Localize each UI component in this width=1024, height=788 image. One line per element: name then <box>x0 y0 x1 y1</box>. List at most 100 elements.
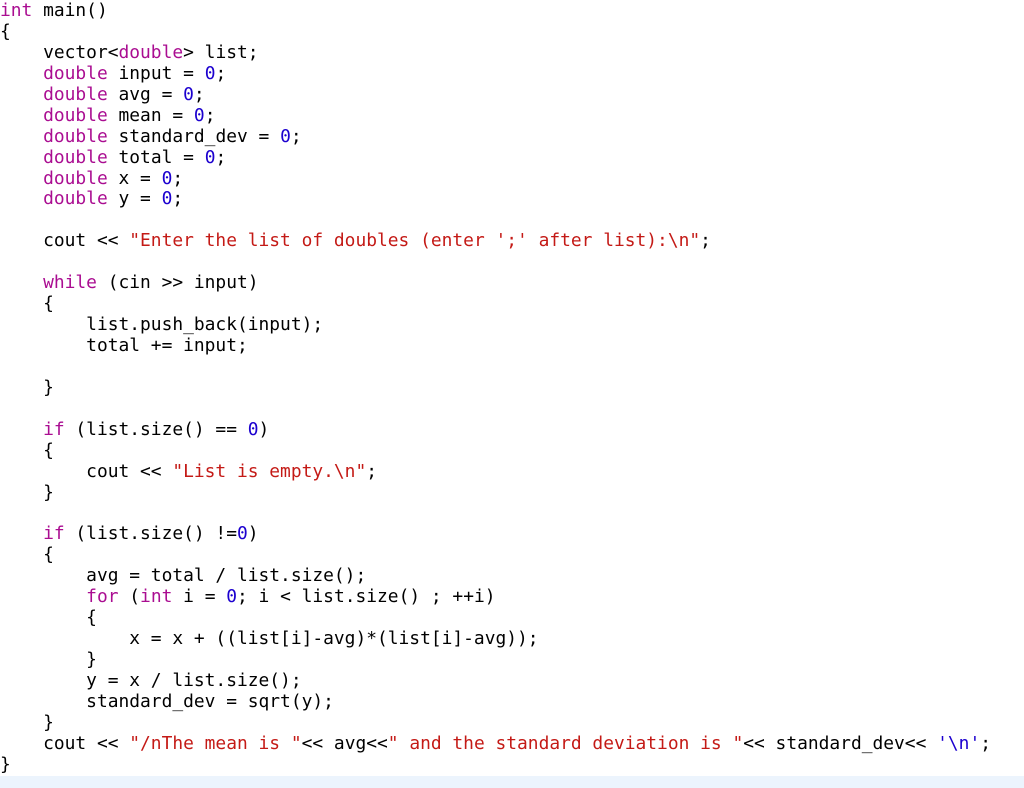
code-line[interactable]: { <box>0 20 1024 43</box>
code-token: (list.size() == <box>64 418 248 440</box>
code-line[interactable]: for (int i = 0; i < list.size() ; ++i) <box>0 586 1024 608</box>
code-token: { <box>0 439 54 461</box>
code-line[interactable] <box>0 399 1024 420</box>
code-line[interactable]: if (list.size() !=0) <box>0 523 1024 545</box>
code-line[interactable]: y = x / list.size(); <box>0 670 1024 692</box>
code-line[interactable]: double mean = 0; <box>0 104 1024 127</box>
code-token: } <box>0 481 54 503</box>
code-line[interactable]: { <box>0 439 1024 462</box>
code-line[interactable]: cout << "Enter the list of doubles (ente… <box>0 230 1024 252</box>
keyword-token: int <box>140 586 173 608</box>
code-token: mean = <box>107 104 194 126</box>
code-token: y = x / list.size(); <box>0 670 302 691</box>
code-line[interactable]: double avg = 0; <box>0 83 1024 106</box>
code-token: standard_dev = <box>107 125 281 147</box>
keyword-token: for <box>86 586 119 608</box>
code-line[interactable] <box>0 252 1024 273</box>
keyword-token: while <box>43 272 97 294</box>
string-token: "List is empty.\n" <box>172 460 367 482</box>
code-line[interactable]: } <box>0 481 1024 504</box>
keyword-token: double <box>43 146 108 168</box>
string-token: " and the standard deviation is " <box>387 732 744 754</box>
keyword-token: double <box>43 188 108 210</box>
code-token: { <box>0 544 54 566</box>
number-token: 0 <box>236 523 248 545</box>
code-line[interactable]: double y = 0; <box>0 188 1024 210</box>
code-line[interactable]: vector<double> list; <box>0 41 1024 64</box>
code-token: input = <box>107 62 205 84</box>
keyword-token: if <box>43 523 65 545</box>
number-token: 0 <box>226 586 238 608</box>
code-token: ) <box>247 523 259 545</box>
code-token: ; <box>980 732 991 754</box>
code-token: vector< <box>0 41 119 63</box>
code-line[interactable]: standard_dev = sqrt(y); <box>0 690 1024 713</box>
code-line[interactable]: avg = total / list.size(); <box>0 565 1024 587</box>
keyword-token: int <box>0 0 33 21</box>
keyword-token: double <box>118 41 184 63</box>
number-token: 0 <box>193 104 205 126</box>
code-line[interactable]: } <box>0 376 1024 399</box>
code-token: main() <box>32 0 108 21</box>
code-token: x = <box>107 167 162 189</box>
code-token: { <box>0 20 11 42</box>
code-token: << standard_dev<< <box>743 732 938 754</box>
code-token: ; <box>366 460 378 482</box>
keyword-token: double <box>43 125 108 147</box>
code-line[interactable]: total += input; <box>0 335 1024 357</box>
code-line[interactable]: { <box>0 544 1024 566</box>
number-token: 0 <box>280 125 291 147</box>
code-token: total = <box>107 146 205 168</box>
code-token: ; <box>700 230 711 252</box>
code-line[interactable]: x = x + ((list[i]-avg)*(list[i]-avg)); <box>0 628 1024 650</box>
code-token: cout << <box>0 732 130 754</box>
code-line[interactable]: list.push_back(input); <box>0 314 1024 336</box>
code-line[interactable]: double total = 0; <box>0 146 1024 169</box>
keyword-token: double <box>43 62 108 84</box>
code-line[interactable]: } <box>0 754 1024 776</box>
keyword-token: double <box>43 83 108 105</box>
code-token: ; <box>290 125 302 147</box>
code-token: ; <box>172 188 184 210</box>
code-token: ; <box>215 146 227 168</box>
code-token: } <box>0 649 97 671</box>
code-line[interactable]: while (cin >> input) <box>0 272 1024 294</box>
code-token: } <box>0 376 54 398</box>
code-line[interactable]: if (list.size() == 0) <box>0 418 1024 441</box>
code-line[interactable]: int main() <box>0 0 1024 22</box>
code-line[interactable]: } <box>0 712 1024 734</box>
code-line[interactable]: { <box>0 607 1024 629</box>
code-line[interactable]: } <box>0 649 1024 671</box>
code-token: << avg<< <box>301 732 388 754</box>
keyword-token: double <box>43 167 108 189</box>
code-token: list.push_back(input); <box>0 314 324 336</box>
code-line[interactable] <box>0 210 1024 231</box>
code-line[interactable]: cout << "/nThe mean is "<< avg<<" and th… <box>0 732 1024 755</box>
code-line[interactable]: double input = 0; <box>0 62 1024 85</box>
code-token: standard_dev = sqrt(y); <box>0 690 334 712</box>
number-token: 0 <box>204 146 216 168</box>
code-token: avg = total / list.size(); <box>0 565 367 587</box>
keyword-token: if <box>43 418 65 440</box>
code-line[interactable]: { <box>0 293 1024 315</box>
code-token: (list.size() != <box>64 523 237 545</box>
code-token: ; i < list.size() ; ++i) <box>237 586 496 608</box>
code-token: i = <box>172 586 227 608</box>
code-line[interactable]: cout << "List is empty.\n"; <box>0 460 1024 483</box>
code-token: x = x + ((list[i]-avg)*(list[i]-avg)); <box>0 628 539 650</box>
code-line[interactable]: double standard_dev = 0; <box>0 125 1024 148</box>
code-token: { <box>0 293 54 315</box>
number-token: 0 <box>247 418 259 440</box>
code-line[interactable] <box>0 357 1024 378</box>
code-token: ; <box>215 62 227 84</box>
code-line[interactable] <box>0 504 1024 525</box>
code-editor[interactable]: int main(){ vector<double> list; double … <box>0 0 1024 776</box>
code-line[interactable]: double x = 0; <box>0 167 1024 190</box>
editor-bottom-band <box>0 776 1024 788</box>
